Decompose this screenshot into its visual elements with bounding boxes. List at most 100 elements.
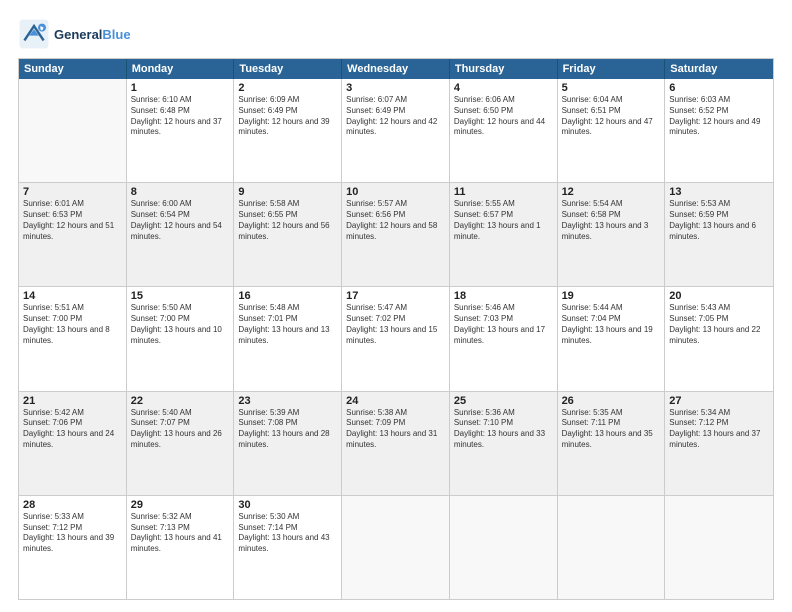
cell-info: Sunrise: 5:54 AMSunset: 6:58 PMDaylight:… <box>562 199 661 242</box>
cell-info: Sunrise: 5:53 AMSunset: 6:59 PMDaylight:… <box>669 199 769 242</box>
cell-info: Sunrise: 5:32 AMSunset: 7:13 PMDaylight:… <box>131 512 230 555</box>
cell-info: Sunrise: 5:33 AMSunset: 7:12 PMDaylight:… <box>23 512 122 555</box>
cell-info: Sunrise: 5:47 AMSunset: 7:02 PMDaylight:… <box>346 303 445 346</box>
day-number: 24 <box>346 395 445 407</box>
day-number: 11 <box>454 186 553 198</box>
calendar-cell <box>19 79 127 182</box>
day-number: 9 <box>238 186 337 198</box>
day-number: 26 <box>562 395 661 407</box>
calendar-cell: 4Sunrise: 6:06 AMSunset: 6:50 PMDaylight… <box>450 79 558 182</box>
cell-info: Sunrise: 5:51 AMSunset: 7:00 PMDaylight:… <box>23 303 122 346</box>
day-number: 14 <box>23 290 122 302</box>
calendar-cell: 2Sunrise: 6:09 AMSunset: 6:49 PMDaylight… <box>234 79 342 182</box>
day-number: 5 <box>562 82 661 94</box>
cell-info: Sunrise: 5:34 AMSunset: 7:12 PMDaylight:… <box>669 408 769 451</box>
calendar-cell: 12Sunrise: 5:54 AMSunset: 6:58 PMDayligh… <box>558 183 666 286</box>
cell-info: Sunrise: 5:43 AMSunset: 7:05 PMDaylight:… <box>669 303 769 346</box>
calendar-cell: 22Sunrise: 5:40 AMSunset: 7:07 PMDayligh… <box>127 392 235 495</box>
day-number: 2 <box>238 82 337 94</box>
calendar-cell: 23Sunrise: 5:39 AMSunset: 7:08 PMDayligh… <box>234 392 342 495</box>
calendar-cell: 15Sunrise: 5:50 AMSunset: 7:00 PMDayligh… <box>127 287 235 390</box>
day-number: 15 <box>131 290 230 302</box>
calendar-cell: 10Sunrise: 5:57 AMSunset: 6:56 PMDayligh… <box>342 183 450 286</box>
day-number: 22 <box>131 395 230 407</box>
day-number: 17 <box>346 290 445 302</box>
logo-icon <box>18 18 50 50</box>
calendar-cell: 8Sunrise: 6:00 AMSunset: 6:54 PMDaylight… <box>127 183 235 286</box>
cell-info: Sunrise: 5:50 AMSunset: 7:00 PMDaylight:… <box>131 303 230 346</box>
day-number: 19 <box>562 290 661 302</box>
cell-info: Sunrise: 6:04 AMSunset: 6:51 PMDaylight:… <box>562 95 661 138</box>
calendar: SundayMondayTuesdayWednesdayThursdayFrid… <box>18 58 774 600</box>
cell-info: Sunrise: 6:07 AMSunset: 6:49 PMDaylight:… <box>346 95 445 138</box>
cell-info: Sunrise: 5:55 AMSunset: 6:57 PMDaylight:… <box>454 199 553 242</box>
calendar-cell: 11Sunrise: 5:55 AMSunset: 6:57 PMDayligh… <box>450 183 558 286</box>
day-number: 29 <box>131 499 230 511</box>
cell-info: Sunrise: 5:39 AMSunset: 7:08 PMDaylight:… <box>238 408 337 451</box>
day-number: 1 <box>131 82 230 94</box>
day-number: 12 <box>562 186 661 198</box>
calendar-cell: 7Sunrise: 6:01 AMSunset: 6:53 PMDaylight… <box>19 183 127 286</box>
calendar-cell: 5Sunrise: 6:04 AMSunset: 6:51 PMDaylight… <box>558 79 666 182</box>
calendar-cell: 21Sunrise: 5:42 AMSunset: 7:06 PMDayligh… <box>19 392 127 495</box>
calendar-cell: 18Sunrise: 5:46 AMSunset: 7:03 PMDayligh… <box>450 287 558 390</box>
cell-info: Sunrise: 6:01 AMSunset: 6:53 PMDaylight:… <box>23 199 122 242</box>
cell-info: Sunrise: 5:42 AMSunset: 7:06 PMDaylight:… <box>23 408 122 451</box>
day-number: 16 <box>238 290 337 302</box>
logo-text: GeneralBlue <box>54 27 131 42</box>
cell-info: Sunrise: 5:57 AMSunset: 6:56 PMDaylight:… <box>346 199 445 242</box>
day-number: 23 <box>238 395 337 407</box>
calendar-header-day: Tuesday <box>234 59 342 79</box>
calendar-cell: 14Sunrise: 5:51 AMSunset: 7:00 PMDayligh… <box>19 287 127 390</box>
calendar-row: 7Sunrise: 6:01 AMSunset: 6:53 PMDaylight… <box>19 183 773 287</box>
calendar-body: 1Sunrise: 6:10 AMSunset: 6:48 PMDaylight… <box>19 79 773 599</box>
calendar-header: SundayMondayTuesdayWednesdayThursdayFrid… <box>19 59 773 79</box>
cell-info: Sunrise: 6:06 AMSunset: 6:50 PMDaylight:… <box>454 95 553 138</box>
day-number: 30 <box>238 499 337 511</box>
calendar-cell: 25Sunrise: 5:36 AMSunset: 7:10 PMDayligh… <box>450 392 558 495</box>
day-number: 25 <box>454 395 553 407</box>
cell-info: Sunrise: 6:00 AMSunset: 6:54 PMDaylight:… <box>131 199 230 242</box>
calendar-cell: 26Sunrise: 5:35 AMSunset: 7:11 PMDayligh… <box>558 392 666 495</box>
calendar-cell: 20Sunrise: 5:43 AMSunset: 7:05 PMDayligh… <box>665 287 773 390</box>
day-number: 6 <box>669 82 769 94</box>
calendar-header-day: Monday <box>127 59 235 79</box>
calendar-header-day: Wednesday <box>342 59 450 79</box>
calendar-cell <box>450 496 558 599</box>
calendar-cell: 19Sunrise: 5:44 AMSunset: 7:04 PMDayligh… <box>558 287 666 390</box>
calendar-cell: 27Sunrise: 5:34 AMSunset: 7:12 PMDayligh… <box>665 392 773 495</box>
calendar-header-day: Thursday <box>450 59 558 79</box>
calendar-cell: 6Sunrise: 6:03 AMSunset: 6:52 PMDaylight… <box>665 79 773 182</box>
calendar-cell: 29Sunrise: 5:32 AMSunset: 7:13 PMDayligh… <box>127 496 235 599</box>
calendar-cell: 1Sunrise: 6:10 AMSunset: 6:48 PMDaylight… <box>127 79 235 182</box>
day-number: 20 <box>669 290 769 302</box>
calendar-cell: 16Sunrise: 5:48 AMSunset: 7:01 PMDayligh… <box>234 287 342 390</box>
day-number: 18 <box>454 290 553 302</box>
calendar-cell <box>342 496 450 599</box>
cell-info: Sunrise: 5:38 AMSunset: 7:09 PMDaylight:… <box>346 408 445 451</box>
day-number: 3 <box>346 82 445 94</box>
cell-info: Sunrise: 5:58 AMSunset: 6:55 PMDaylight:… <box>238 199 337 242</box>
day-number: 10 <box>346 186 445 198</box>
calendar-cell: 9Sunrise: 5:58 AMSunset: 6:55 PMDaylight… <box>234 183 342 286</box>
cell-info: Sunrise: 6:03 AMSunset: 6:52 PMDaylight:… <box>669 95 769 138</box>
cell-info: Sunrise: 5:36 AMSunset: 7:10 PMDaylight:… <box>454 408 553 451</box>
header: GeneralBlue <box>18 18 774 50</box>
calendar-cell <box>558 496 666 599</box>
calendar-row: 14Sunrise: 5:51 AMSunset: 7:00 PMDayligh… <box>19 287 773 391</box>
cell-info: Sunrise: 5:30 AMSunset: 7:14 PMDaylight:… <box>238 512 337 555</box>
calendar-header-day: Friday <box>558 59 666 79</box>
calendar-row: 28Sunrise: 5:33 AMSunset: 7:12 PMDayligh… <box>19 496 773 599</box>
calendar-row: 21Sunrise: 5:42 AMSunset: 7:06 PMDayligh… <box>19 392 773 496</box>
calendar-cell: 3Sunrise: 6:07 AMSunset: 6:49 PMDaylight… <box>342 79 450 182</box>
day-number: 13 <box>669 186 769 198</box>
calendar-cell: 13Sunrise: 5:53 AMSunset: 6:59 PMDayligh… <box>665 183 773 286</box>
cell-info: Sunrise: 6:10 AMSunset: 6:48 PMDaylight:… <box>131 95 230 138</box>
calendar-cell <box>665 496 773 599</box>
cell-info: Sunrise: 5:35 AMSunset: 7:11 PMDaylight:… <box>562 408 661 451</box>
calendar-header-day: Sunday <box>19 59 127 79</box>
logo: GeneralBlue <box>18 18 131 50</box>
calendar-header-day: Saturday <box>665 59 773 79</box>
calendar-cell: 28Sunrise: 5:33 AMSunset: 7:12 PMDayligh… <box>19 496 127 599</box>
calendar-cell: 17Sunrise: 5:47 AMSunset: 7:02 PMDayligh… <box>342 287 450 390</box>
